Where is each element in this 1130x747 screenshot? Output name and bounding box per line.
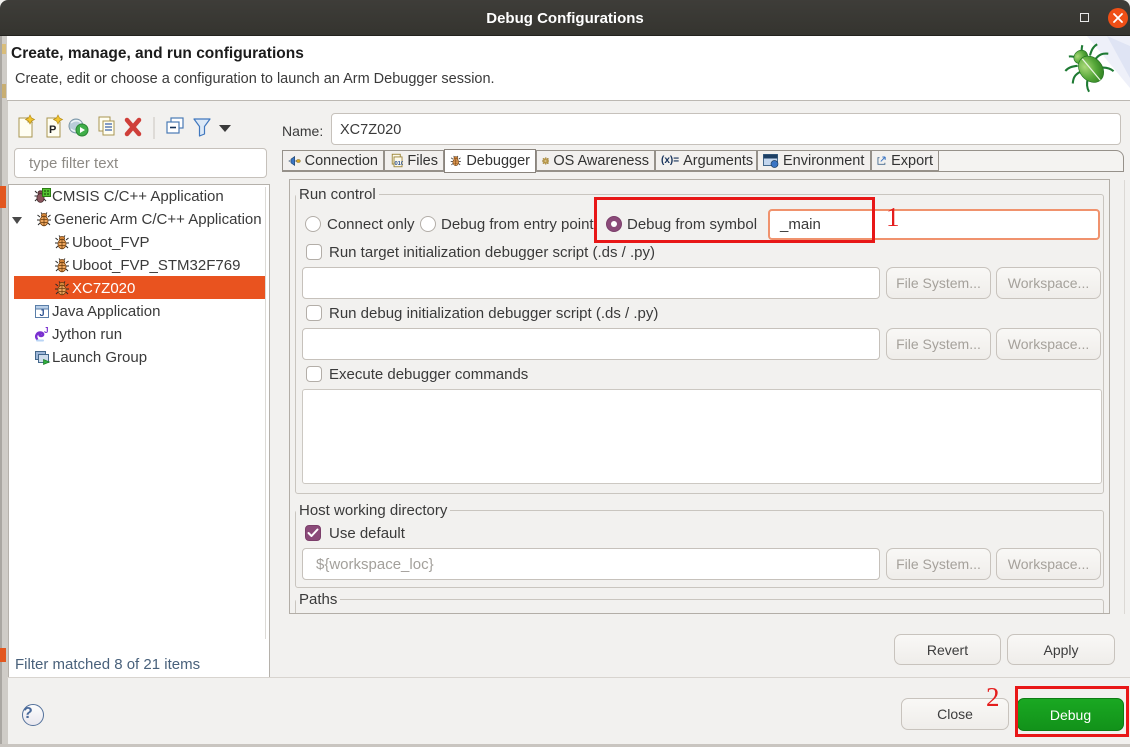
svg-text:J: J	[40, 308, 45, 318]
svg-text:010: 010	[394, 161, 403, 167]
svg-text:J: J	[44, 326, 48, 335]
svg-text:P: P	[49, 124, 56, 136]
